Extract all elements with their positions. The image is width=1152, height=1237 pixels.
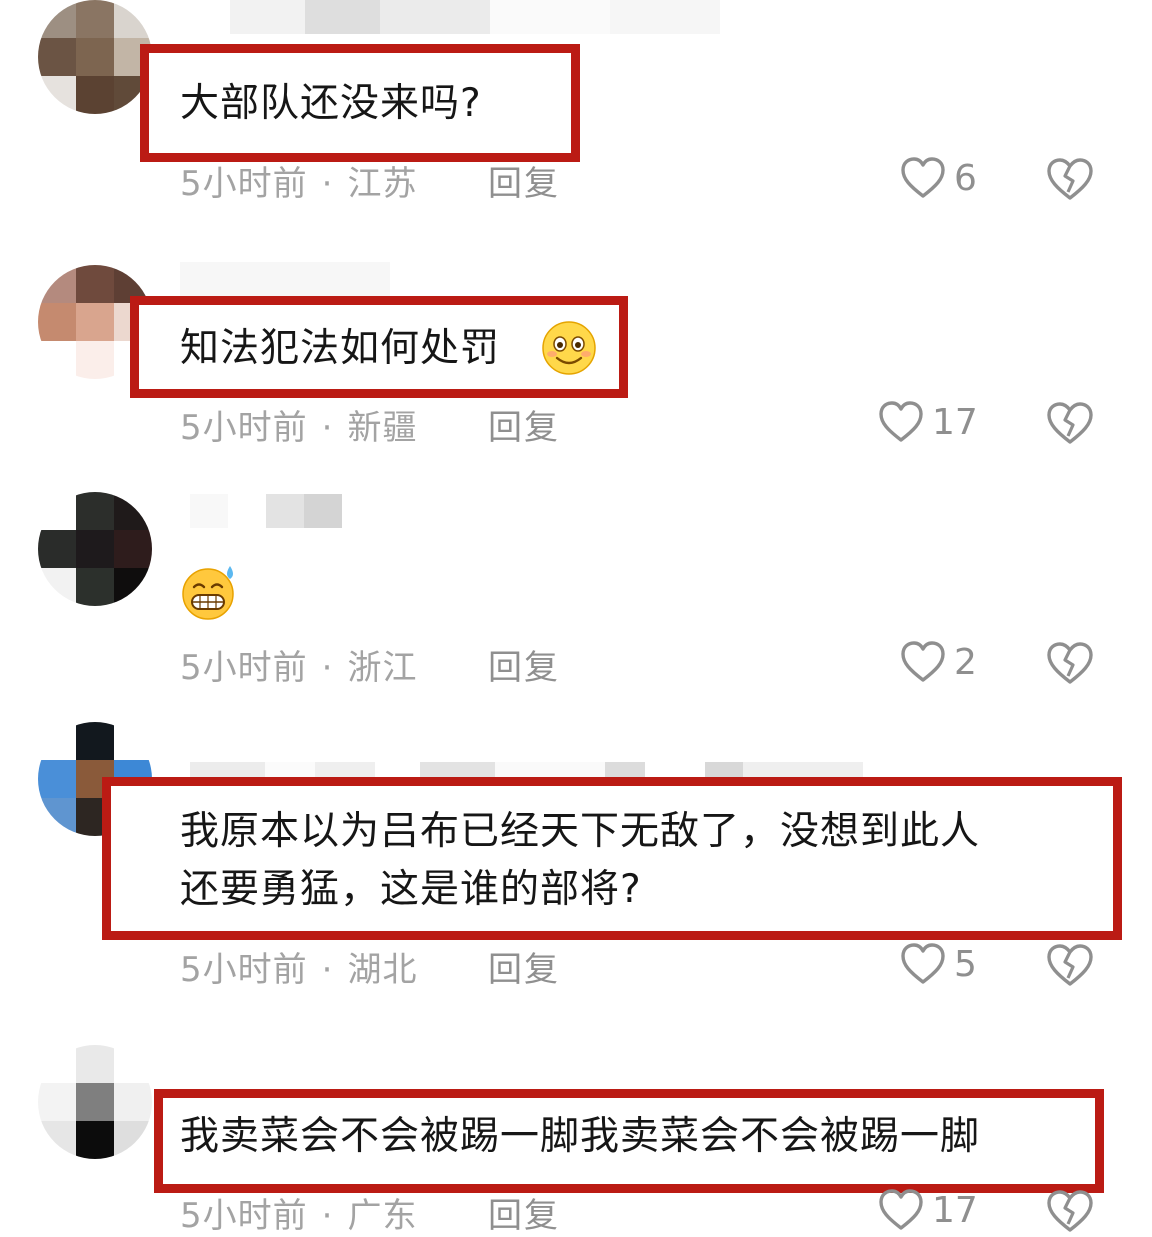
comment-time: 5小时前 [180,950,308,990]
comment-location: 江苏 [347,164,418,204]
heart-outline-icon [901,157,945,198]
heart-outline-icon [901,943,945,984]
meta-separator: · [321,164,334,204]
heart-outline-icon [901,641,945,682]
avatar[interactable] [38,492,152,606]
shy-smile-emoji [542,321,596,375]
like-button[interactable]: 17 [878,1188,978,1232]
comment-location: 湖北 [347,950,418,990]
broken-heart-icon[interactable] [1046,942,1094,988]
comment-meta: 5小时前 · 湖北 [180,942,417,991]
username-blurred[interactable] [230,0,720,34]
like-count: 5 [954,943,977,985]
like-count: 17 [932,1189,978,1231]
comment-meta: 5小时前 · 江苏 [180,156,417,205]
meta-separator: · [321,408,334,448]
heart-outline-icon [879,401,923,442]
like-count: 17 [932,401,978,443]
comment-meta: 5小时前 · 浙江 [180,640,417,689]
reply-button[interactable]: 回复 [488,942,560,991]
broken-heart-icon[interactable] [1046,640,1094,686]
comment-text: 我卖菜会不会被踢一脚我卖菜会不会被踢一脚 [180,1114,981,1159]
meta-separator: · [321,950,334,990]
reply-button[interactable]: 回复 [488,640,560,689]
comment-time: 5小时前 [180,1196,308,1236]
comment-time: 5小时前 [180,408,308,448]
comment-meta: 5小时前 · 广东 [180,1188,417,1237]
reply-button[interactable]: 回复 [488,156,560,205]
avatar[interactable] [38,0,152,114]
comment-meta: 5小时前 · 新疆 [180,400,417,449]
like-button[interactable]: 6 [900,156,977,200]
heart-outline-icon [879,1189,923,1230]
username-blurred[interactable] [190,494,342,528]
reply-button[interactable]: 回复 [488,400,560,449]
avatar[interactable] [38,1045,152,1159]
broken-heart-icon[interactable] [1046,400,1094,446]
comment-location: 广东 [347,1196,418,1236]
reply-button[interactable]: 回复 [488,1188,560,1237]
comment-location: 浙江 [347,648,418,688]
comment-time: 5小时前 [180,648,308,688]
meta-separator: · [321,1196,334,1236]
like-button[interactable]: 2 [900,640,977,684]
comment-text: 我原本以为吕布已经天下无敌了，没想到此人 还要勇猛，这是谁的部将? [180,809,981,912]
like-button[interactable]: 5 [900,942,977,986]
like-count: 6 [954,157,977,199]
broken-heart-icon[interactable] [1046,156,1094,202]
username-blurred[interactable] [180,262,390,296]
broken-heart-icon[interactable] [1046,1188,1094,1234]
comment-text: 大部队还没来吗? [180,81,482,126]
comment-time: 5小时前 [180,164,308,204]
comment-location: 新疆 [347,408,418,448]
like-count: 2 [954,641,977,683]
meta-separator: · [321,648,334,688]
like-button[interactable]: 17 [878,400,978,444]
sweat-grin-emoji [182,566,234,620]
comment-text: 知法犯法如何处罚 [180,326,501,371]
